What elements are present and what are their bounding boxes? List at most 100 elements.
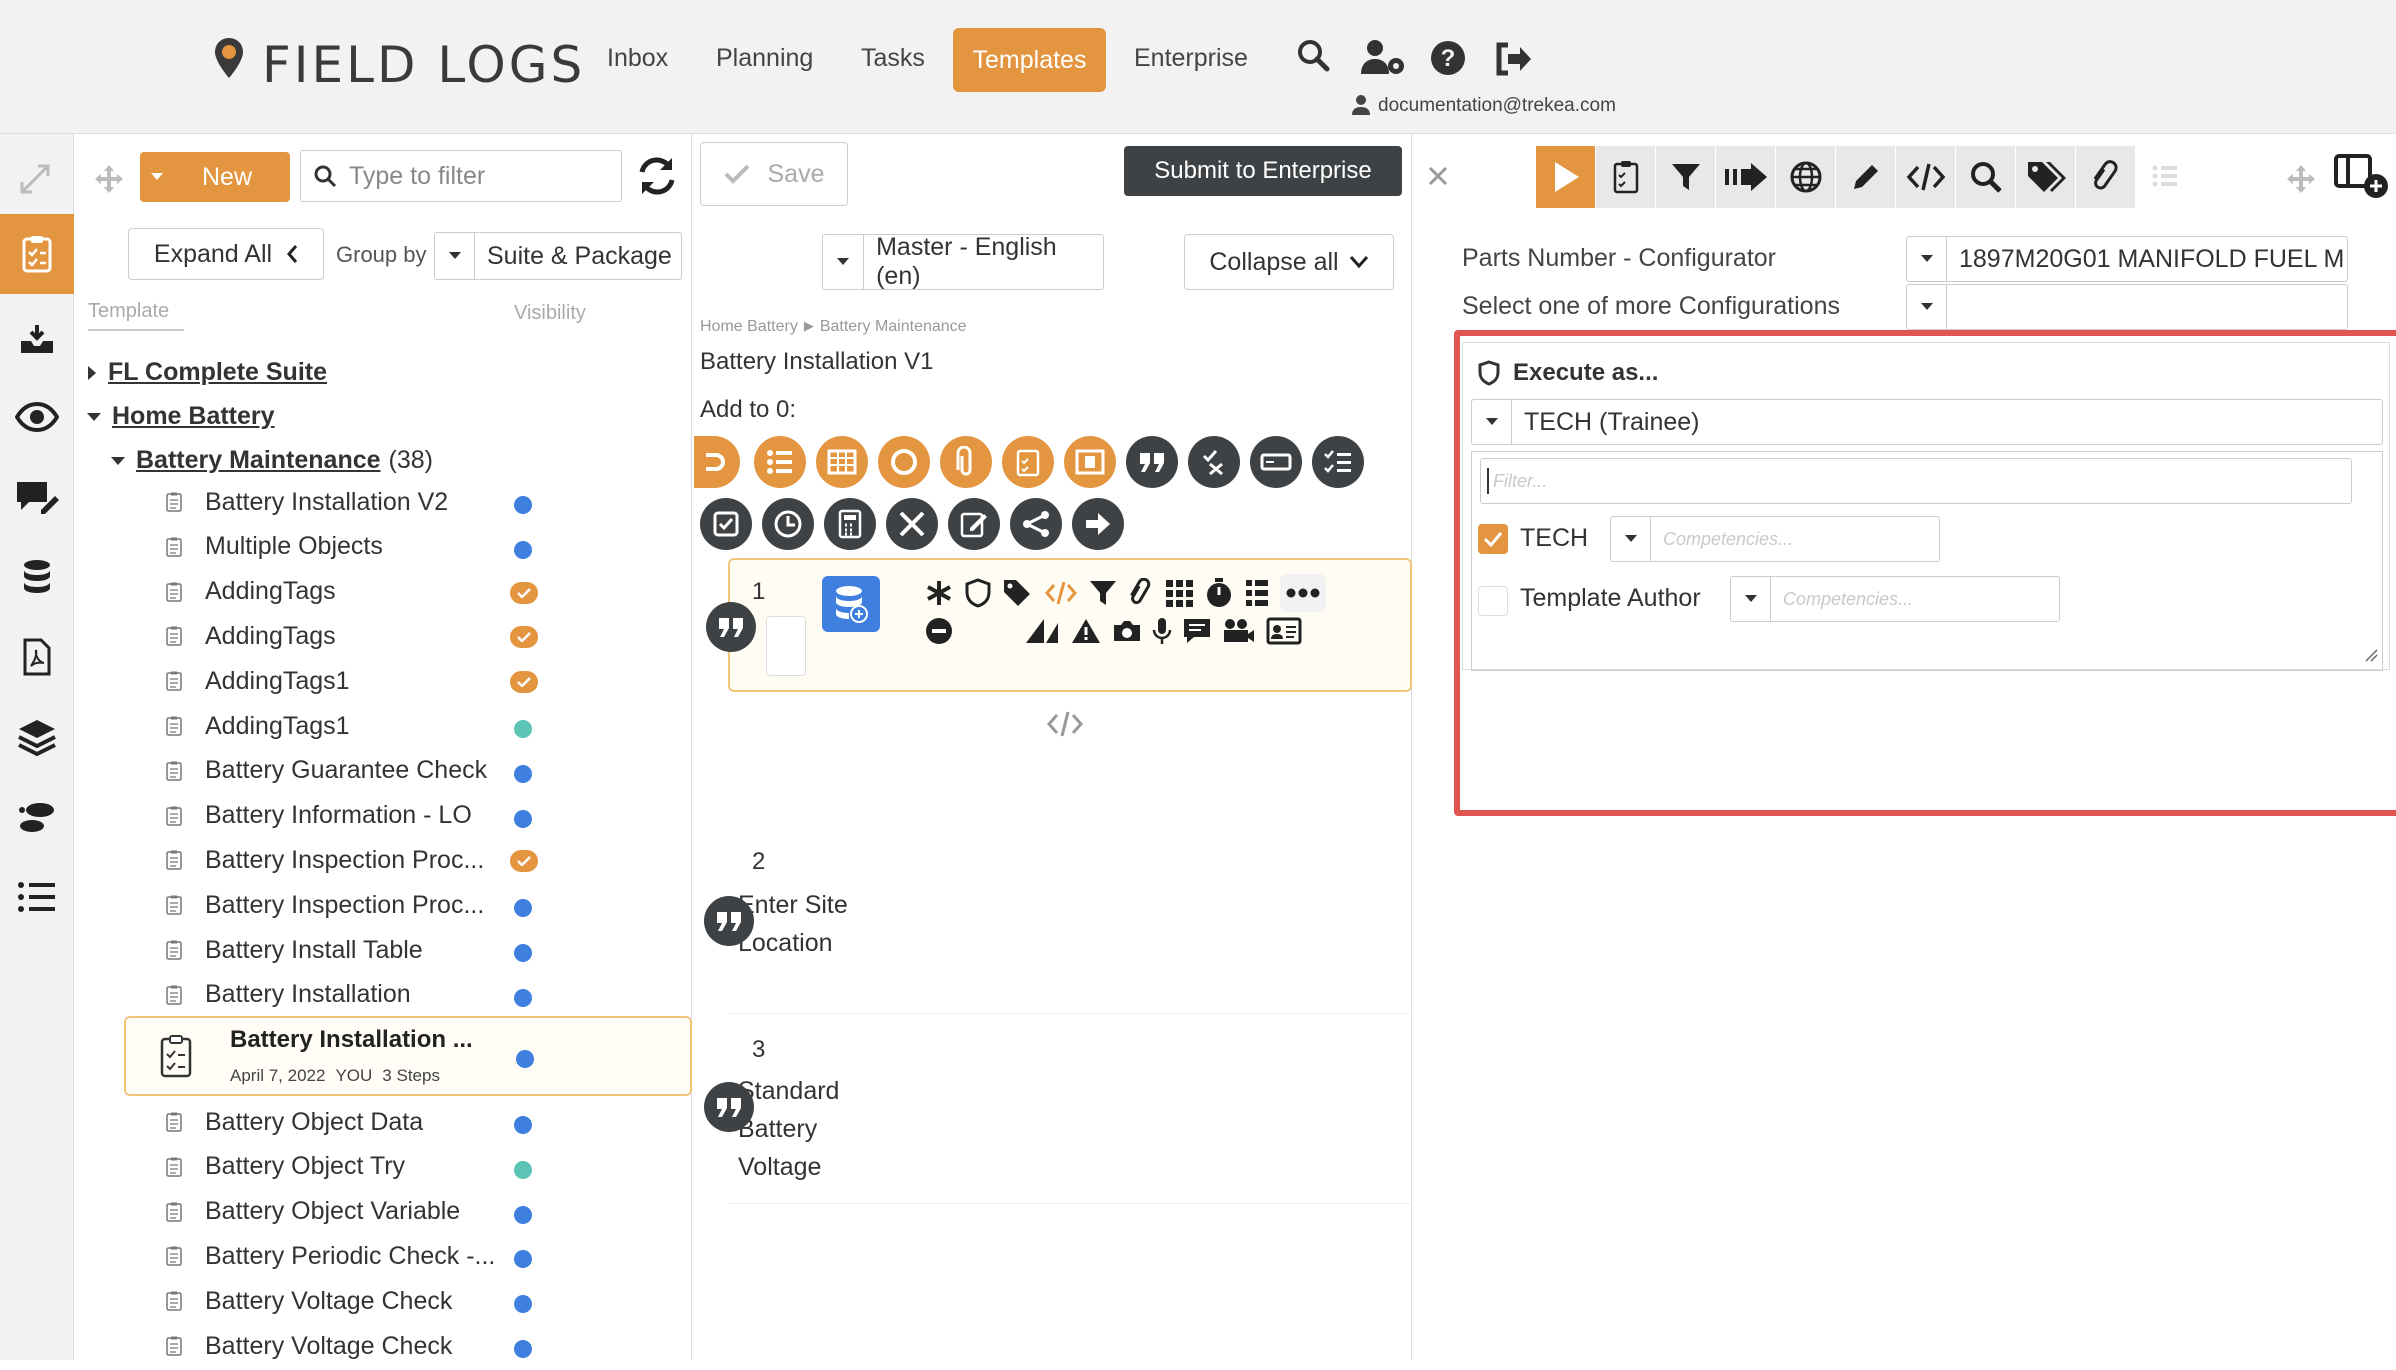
paperclip-icon[interactable] bbox=[1128, 578, 1154, 608]
role-filter-input[interactable]: Filter... bbox=[1480, 458, 2352, 504]
tags-icon[interactable] bbox=[1002, 578, 1034, 608]
template-item[interactable]: AddingTags1 bbox=[74, 704, 692, 748]
template-item[interactable]: Battery Inspection Proc... bbox=[74, 838, 692, 882]
code-icon[interactable] bbox=[1896, 146, 1956, 208]
list-icon[interactable] bbox=[12, 872, 62, 922]
expand-all-button[interactable]: Expand All bbox=[128, 228, 324, 280]
add-panel-icon[interactable] bbox=[2334, 152, 2392, 200]
refresh-icon[interactable] bbox=[636, 156, 678, 196]
step-type-list-icon[interactable] bbox=[754, 436, 806, 488]
camera-icon[interactable] bbox=[1112, 618, 1142, 644]
step-quote-icon[interactable] bbox=[704, 1082, 754, 1132]
template-item[interactable]: Battery Inspection Proc... bbox=[74, 883, 692, 927]
step-type-tasklist-icon[interactable] bbox=[1312, 436, 1364, 488]
step-type-tools-icon[interactable] bbox=[886, 498, 938, 550]
logout-icon[interactable] bbox=[1494, 42, 1532, 76]
footprints-icon[interactable] bbox=[12, 792, 62, 842]
minus-circle-icon[interactable] bbox=[924, 616, 954, 646]
user-settings-icon[interactable] bbox=[1360, 38, 1406, 78]
execute-as-select[interactable]: TECH (Trainee) bbox=[1471, 399, 2383, 445]
group-by-select[interactable]: Suite & Package bbox=[434, 232, 682, 280]
template-item[interactable]: Battery Voltage Check bbox=[74, 1279, 692, 1323]
grid-icon[interactable] bbox=[1164, 578, 1194, 608]
id-card-icon[interactable] bbox=[1266, 617, 1302, 645]
step-type-next-icon[interactable] bbox=[1072, 498, 1124, 550]
globe-icon[interactable] bbox=[1776, 146, 1836, 208]
list-numbered-icon[interactable] bbox=[1244, 578, 1270, 608]
step-type-film-icon[interactable] bbox=[1064, 436, 1116, 488]
nav-planning[interactable]: Planning bbox=[716, 44, 813, 73]
template-item[interactable]: Battery Object Try bbox=[74, 1145, 692, 1189]
step-type-check-x-icon[interactable] bbox=[1188, 436, 1240, 488]
suite-home-battery[interactable]: Home Battery bbox=[86, 402, 275, 431]
role-author-competencies[interactable]: Competencies... bbox=[1730, 576, 2060, 622]
filter-input[interactable]: Type to filter bbox=[300, 150, 622, 202]
step-type-checkbox-icon[interactable] bbox=[700, 498, 752, 550]
template-item[interactable]: Battery Object Variable bbox=[74, 1190, 692, 1234]
inbox-tray-icon[interactable] bbox=[12, 314, 62, 364]
step-text-input[interactable] bbox=[766, 616, 806, 676]
message-icon[interactable] bbox=[1182, 617, 1212, 645]
forward-icon[interactable] bbox=[1716, 146, 1776, 208]
template-item[interactable]: Multiple Objects bbox=[74, 525, 692, 569]
role-author-checkbox[interactable] bbox=[1478, 586, 1508, 616]
template-item[interactable]: AddingTags bbox=[74, 614, 692, 658]
package-battery-maintenance[interactable]: Battery Maintenance (38) bbox=[110, 446, 433, 475]
step-type-branch-icon[interactable] bbox=[1010, 498, 1062, 550]
database-link-icon[interactable] bbox=[822, 576, 880, 632]
step-card-2[interactable]: 2 Enter Site Location bbox=[704, 700, 1412, 1014]
role-tech-competencies[interactable]: Competencies... bbox=[1610, 516, 1940, 562]
expand-icon[interactable] bbox=[18, 162, 52, 196]
pencil-icon[interactable] bbox=[1836, 146, 1896, 208]
nav-templates[interactable]: Templates bbox=[953, 28, 1106, 92]
step-type-circle-icon[interactable] bbox=[878, 436, 930, 488]
required-asterisk-icon[interactable] bbox=[924, 578, 954, 608]
template-item[interactable]: Battery Installation bbox=[74, 973, 692, 1017]
step-quote-icon[interactable] bbox=[706, 602, 756, 652]
close-icon[interactable] bbox=[1426, 164, 1450, 188]
database-icon[interactable] bbox=[12, 552, 62, 602]
step-type-attachment-icon[interactable] bbox=[940, 436, 992, 488]
template-item[interactable]: AddingTags1 bbox=[74, 659, 692, 703]
comment-edit-icon[interactable] bbox=[12, 472, 62, 522]
filter-icon[interactable] bbox=[1088, 578, 1118, 608]
template-item-selected[interactable]: Battery Installation ... April 7, 2022 Y… bbox=[124, 1016, 692, 1096]
tags-icon[interactable] bbox=[2016, 146, 2076, 208]
nav-tasks[interactable]: Tasks bbox=[861, 44, 925, 73]
template-item[interactable]: AddingTags bbox=[74, 570, 692, 614]
step-type-clock-icon[interactable] bbox=[762, 498, 814, 550]
move-handle-icon[interactable] bbox=[94, 164, 124, 194]
template-item[interactable]: Battery Object Data bbox=[74, 1100, 692, 1144]
template-item[interactable]: Battery Voltage Check bbox=[74, 1324, 692, 1368]
templates-section-icon[interactable] bbox=[0, 214, 74, 294]
step-type-table-icon[interactable] bbox=[816, 436, 868, 488]
parts-number-select[interactable]: 1897M20G01 MANIFOLD FUEL M bbox=[1906, 236, 2348, 282]
save-button[interactable]: Save bbox=[700, 142, 848, 206]
nav-enterprise[interactable]: Enterprise bbox=[1134, 44, 1248, 73]
breadcrumb-item[interactable]: Battery Maintenance bbox=[820, 318, 967, 336]
pdf-icon[interactable] bbox=[12, 632, 62, 682]
step-type-input-icon[interactable] bbox=[1250, 436, 1302, 488]
step-type-quote-icon[interactable] bbox=[1126, 436, 1178, 488]
layers-icon[interactable] bbox=[12, 712, 62, 762]
filter-icon[interactable] bbox=[1656, 146, 1716, 208]
search-icon[interactable] bbox=[1956, 146, 2016, 208]
step-quote-icon[interactable] bbox=[704, 896, 754, 946]
new-template-button[interactable]: New bbox=[140, 152, 290, 202]
code-icon[interactable] bbox=[1044, 580, 1078, 606]
run-preview-icon[interactable] bbox=[1536, 146, 1596, 208]
step-card-1[interactable]: 1 bbox=[706, 558, 1412, 692]
help-icon[interactable]: ? bbox=[1430, 40, 1466, 76]
eye-icon[interactable] bbox=[12, 392, 62, 442]
resize-handle-icon[interactable] bbox=[2364, 648, 2378, 662]
nav-inbox[interactable]: Inbox bbox=[607, 44, 668, 73]
template-item[interactable]: Battery Information - LO bbox=[74, 794, 692, 838]
video-camera-icon[interactable] bbox=[1222, 617, 1256, 645]
microphone-icon[interactable] bbox=[1152, 616, 1172, 646]
template-item[interactable]: Battery Install Table bbox=[74, 928, 692, 972]
breadcrumb-item[interactable]: Home Battery bbox=[700, 318, 798, 336]
stopwatch-icon[interactable] bbox=[1204, 577, 1234, 609]
suite-fl-complete[interactable]: FL Complete Suite bbox=[86, 358, 327, 387]
warning-icon[interactable] bbox=[1070, 617, 1102, 645]
configurations-select[interactable] bbox=[1906, 284, 2348, 330]
